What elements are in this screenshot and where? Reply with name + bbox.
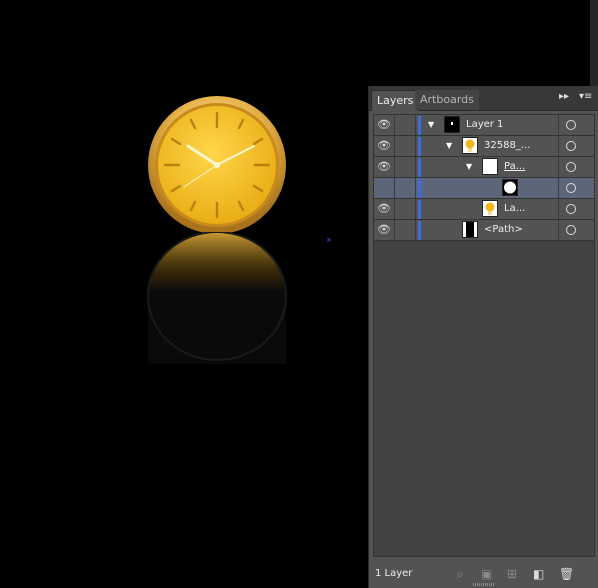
anchor-point-icon: × [326, 236, 332, 244]
disclosure-triangle-icon[interactable]: ▼ [428, 120, 434, 129]
target-circle-icon[interactable] [566, 120, 576, 130]
trash-icon[interactable]: 🗑 [559, 567, 574, 581]
panel-footer: 1 Layer ⌕ ▣ ⊞ ◧ 🗑 [369, 562, 597, 588]
lock-toggle[interactable] [395, 199, 416, 219]
tab-layers[interactable]: Layers [371, 90, 420, 111]
layer-color-indicator [418, 158, 421, 177]
eye-icon[interactable]: 👁 [374, 199, 395, 219]
row-divider [558, 157, 559, 177]
locate-object-icon[interactable]: ⌕ [457, 567, 464, 582]
panel-menu-icon[interactable]: ▾≡ [579, 91, 592, 102]
clock-artwork[interactable] [146, 94, 288, 236]
target-circle-icon[interactable] [566, 204, 576, 214]
panel-header: Layers Artboards ▸▸ ▾≡ [369, 86, 598, 111]
layer-color-indicator [418, 179, 421, 198]
eye-icon[interactable]: 👁 [374, 157, 395, 177]
layer-color-indicator [418, 137, 421, 156]
row-divider [558, 220, 559, 240]
row-divider [558, 178, 559, 198]
layer-color-indicator [418, 116, 421, 135]
layer-row[interactable]: 👁 ▼ 32588_... [374, 136, 594, 157]
layer-name[interactable]: Layer 1 [466, 115, 503, 135]
clock-thumbnail [482, 200, 498, 217]
target-circle-icon[interactable] [566, 141, 576, 151]
layer-color-indicator [418, 200, 421, 219]
disclosure-triangle-icon[interactable]: ▼ [446, 141, 452, 150]
lock-toggle[interactable] [395, 115, 416, 135]
eye-icon[interactable]: 👁 [374, 115, 395, 135]
lock-toggle[interactable] [395, 220, 416, 240]
layers-list: 👁 ▼ Layer 1 👁 ▼ 32588_... 👁 ▼ Pa... 👁 La… [373, 114, 595, 557]
target-circle-icon[interactable] [566, 183, 576, 193]
layer-row[interactable]: 👁 <Path> [374, 220, 594, 241]
layer-name[interactable]: La... [504, 199, 525, 219]
resize-grip[interactable] [473, 583, 495, 586]
disclosure-triangle-icon[interactable]: ▼ [466, 162, 472, 171]
double-chevron-icon[interactable]: ▸▸ [559, 91, 569, 102]
row-divider [558, 115, 559, 135]
lock-toggle[interactable] [395, 178, 416, 198]
layer-name[interactable]: 32588_... [484, 136, 530, 156]
layer-name[interactable]: <Path> [484, 220, 523, 240]
clipping-mask-icon[interactable]: ▣ [481, 567, 492, 581]
tab-artboards[interactable]: Artboards [415, 90, 479, 110]
layer-thumbnail [444, 116, 460, 133]
target-circle-icon[interactable] [566, 162, 576, 172]
target-circle-icon[interactable] [566, 225, 576, 235]
layer-row-selected[interactable] [374, 178, 594, 199]
path-thumbnail [462, 221, 478, 238]
row-divider [558, 199, 559, 219]
new-layer-icon[interactable]: ◧ [533, 567, 544, 581]
new-sublayer-icon[interactable]: ⊞ [507, 567, 517, 581]
layer-name[interactable]: Pa... [504, 157, 525, 177]
layer-color-indicator [418, 221, 421, 240]
layers-panel: Layers Artboards ▸▸ ▾≡ 👁 ▼ Layer 1 👁 ▼ 3… [368, 86, 598, 588]
white-thumbnail [482, 158, 498, 175]
lock-toggle[interactable] [395, 136, 416, 156]
clock-thumbnail [462, 137, 478, 154]
row-divider [558, 136, 559, 156]
lock-toggle[interactable] [395, 157, 416, 177]
layer-row[interactable]: 👁 La... [374, 199, 594, 220]
layer-row[interactable]: 👁 ▼ Pa... [374, 157, 594, 178]
eye-icon[interactable]: 👁 [374, 136, 395, 156]
clock-reflection[interactable] [146, 232, 288, 364]
circle-thumbnail [502, 179, 518, 196]
eye-toggle-empty[interactable] [374, 178, 395, 198]
eye-icon[interactable]: 👁 [374, 220, 395, 240]
layer-row[interactable]: 👁 ▼ Layer 1 [374, 115, 594, 136]
layer-count: 1 Layer [375, 568, 413, 579]
